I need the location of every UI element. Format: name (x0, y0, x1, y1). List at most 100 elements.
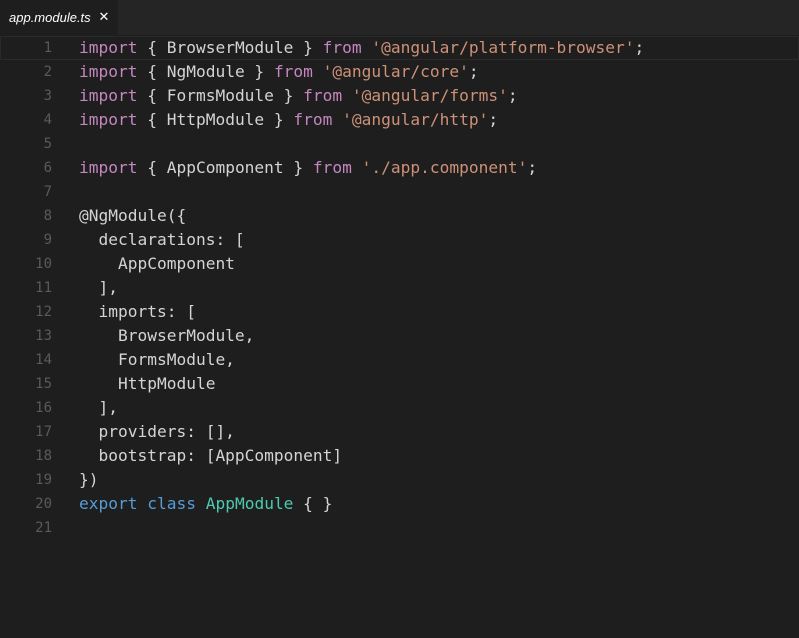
line-number: 10 (35, 256, 52, 272)
code-token: { } (293, 494, 333, 513)
string-token: './app.component' (361, 158, 528, 177)
line-code: AppComponent (79, 252, 235, 276)
code-line[interactable]: 14 FormsModule, (0, 348, 799, 372)
code-token: providers: [], (79, 422, 235, 441)
code-area[interactable]: 1 import { BrowserModule } from '@angular… (0, 36, 799, 540)
code-token: ; (634, 38, 645, 57)
code-line[interactable]: 16 ], (0, 396, 799, 420)
code-token: { HttpModule } (137, 110, 294, 129)
line-number: 21 (35, 520, 52, 536)
code-token: ; (488, 110, 499, 129)
line-code: @NgModule({ (79, 204, 186, 228)
line-code: HttpModule (79, 372, 215, 396)
line-number: 19 (35, 472, 52, 488)
code-line[interactable]: 6 import { AppComponent } from './app.com… (0, 156, 799, 180)
line-number: 6 (43, 160, 52, 176)
code-token: imports: [ (79, 302, 196, 321)
code-line[interactable]: 7 (0, 180, 799, 204)
code-token: AppComponent (79, 254, 235, 273)
code-token: declarations: [ (79, 230, 245, 249)
code-token: { NgModule } (137, 62, 274, 81)
code-line[interactable]: 10 AppComponent (0, 252, 799, 276)
line-code: imports: [ (79, 300, 196, 324)
line-number: 13 (35, 328, 52, 344)
code-line[interactable]: 2 import { NgModule } from '@angular/core… (0, 60, 799, 84)
line-code: ], (79, 396, 118, 420)
code-line[interactable]: 9 declarations: [ (0, 228, 799, 252)
line-number: 3 (43, 88, 52, 104)
tab-app-module[interactable]: app.module.ts ✕ (0, 0, 118, 35)
line-code: import { AppComponent } from './app.comp… (79, 156, 537, 180)
line-number: 9 (43, 232, 52, 248)
line-number: 1 (43, 40, 52, 56)
string-token: '@angular/platform-browser' (371, 38, 635, 57)
line-number: 7 (43, 184, 52, 200)
line-code: import { NgModule } from '@angular/core'… (79, 60, 479, 84)
code-token: { FormsModule } (137, 86, 304, 105)
line-number: 14 (35, 352, 52, 368)
code-token: ; (468, 62, 479, 81)
line-code: FormsModule, (79, 348, 235, 372)
close-icon[interactable]: ✕ (96, 9, 112, 25)
line-code: }) (79, 468, 99, 492)
string-token: '@angular/forms' (351, 86, 508, 105)
code-line[interactable]: 17 providers: [], (0, 420, 799, 444)
code-line[interactable]: 1 import { BrowserModule } from '@angular… (0, 36, 799, 60)
code-line[interactable]: 13 BrowserModule, (0, 324, 799, 348)
keyword-token: from (303, 86, 343, 105)
tab-label: app.module.ts (9, 10, 91, 25)
line-number: 16 (35, 400, 52, 416)
keyword-token: import (79, 158, 138, 177)
code-line[interactable]: 8 @NgModule({ (0, 204, 799, 228)
line-code: BrowserModule, (79, 324, 254, 348)
code-token: ], (79, 398, 118, 417)
code-line[interactable]: 3 import { FormsModule } from '@angular/f… (0, 84, 799, 108)
code-editor: app.module.ts ✕ 1 import { BrowserModule … (0, 0, 799, 638)
code-token: ], (79, 278, 118, 297)
keyword-token: from (273, 62, 313, 81)
code-token: BrowserModule, (79, 326, 255, 345)
line-code: declarations: [ (79, 228, 245, 252)
line-number: 2 (43, 64, 52, 80)
code-line[interactable]: 15 HttpModule (0, 372, 799, 396)
line-number: 15 (35, 376, 52, 392)
keyword-token: import (79, 62, 138, 81)
keyword-token: class (147, 494, 196, 513)
keyword-token: import (79, 86, 138, 105)
code-token: ; (527, 158, 538, 177)
line-code: export class AppModule { } (79, 492, 332, 516)
code-token: bootstrap: [AppComponent] (79, 446, 343, 465)
line-number: 11 (35, 280, 52, 296)
line-code: import { BrowserModule } from '@angular/… (79, 36, 644, 60)
line-code: ], (79, 276, 118, 300)
code-line[interactable]: 19}) (0, 468, 799, 492)
class-name-token: AppModule (205, 494, 294, 513)
keyword-token: from (312, 158, 352, 177)
code-line[interactable]: 11 ], (0, 276, 799, 300)
line-code: import { HttpModule } from '@angular/htt… (79, 108, 498, 132)
code-line[interactable]: 4 import { HttpModule } from '@angular/ht… (0, 108, 799, 132)
keyword-token: export (79, 494, 138, 513)
code-line[interactable]: 12 imports: [ (0, 300, 799, 324)
line-number: 20 (35, 496, 52, 512)
code-line[interactable]: 20 export class AppModule { } (0, 492, 799, 516)
keyword-token: from (322, 38, 362, 57)
keyword-token: from (293, 110, 333, 129)
code-token: @NgModule({ (79, 206, 187, 225)
code-token: HttpModule (79, 374, 216, 393)
code-line[interactable]: 21 (0, 516, 799, 540)
string-token: '@angular/core' (322, 62, 469, 81)
line-number: 18 (35, 448, 52, 464)
code-line[interactable]: 18 bootstrap: [AppComponent] (0, 444, 799, 468)
code-token: FormsModule, (79, 350, 235, 369)
code-token: ; (507, 86, 518, 105)
code-line[interactable]: 5 (0, 132, 799, 156)
line-number: 5 (43, 136, 52, 152)
line-code: import { FormsModule } from '@angular/fo… (79, 84, 518, 108)
